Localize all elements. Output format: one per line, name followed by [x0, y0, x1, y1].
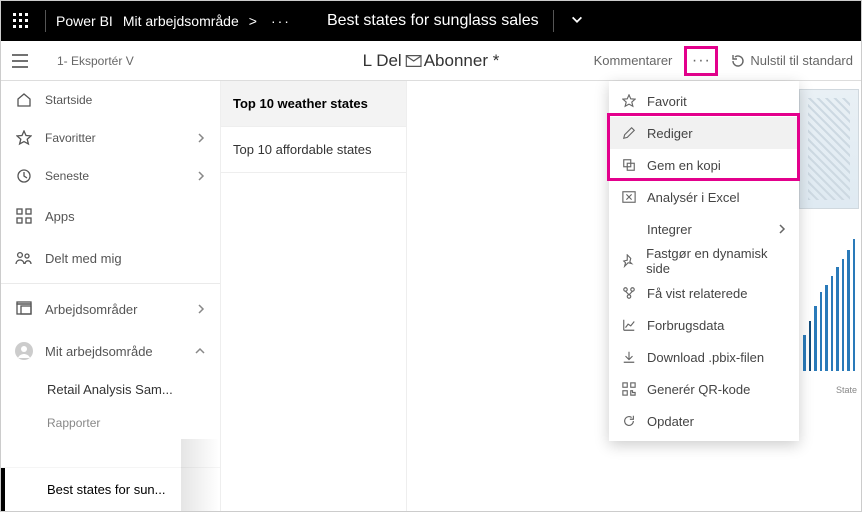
export-menu[interactable]: 1- Eksportér V	[39, 54, 223, 68]
apps-icon	[15, 207, 33, 225]
star-icon	[15, 129, 33, 147]
menu-download-label: Download .pbix-filen	[647, 350, 764, 365]
menu-usage[interactable]: Forbrugsdata	[609, 309, 799, 341]
menu-related[interactable]: Få vist relaterede	[609, 277, 799, 309]
page-list: Top 10 weather states Top 10 affordable …	[221, 81, 407, 511]
title-chevron-icon[interactable]	[570, 13, 584, 30]
nav-divider	[1, 283, 220, 284]
titlebar-separator-2	[553, 10, 554, 32]
menu-qr[interactable]: Generér QR-kode	[609, 373, 799, 405]
toolbar-center: L Del Abonner *	[363, 51, 500, 71]
nav-apps-label: Apps	[45, 209, 75, 224]
reset-label: Nulstil til standard	[750, 53, 853, 68]
chevron-right-icon	[196, 169, 206, 184]
app-launcher-icon[interactable]	[7, 7, 35, 35]
nav-my-workspace-label: Mit arbejdsområde	[45, 344, 153, 359]
nav-favorites-label: Favoritter	[45, 131, 96, 145]
more-actions-button[interactable]: ···	[684, 46, 718, 76]
user-circle-icon	[15, 342, 33, 360]
menu-refresh[interactable]: Opdater	[609, 405, 799, 437]
nav-favorites[interactable]: Favoritter	[1, 119, 220, 157]
titlebar-separator	[45, 10, 46, 32]
app-titlebar: Power BI Mit arbejdsområde > ··· Best st…	[1, 1, 861, 41]
related-icon	[621, 285, 637, 301]
brand-label: Power BI	[56, 13, 113, 29]
pin-icon	[621, 253, 636, 269]
nav-workspaces-label: Arbejdsområder	[45, 302, 138, 317]
panel-shadow	[181, 439, 219, 511]
star-icon	[621, 93, 637, 109]
more-actions-menu: Favorit Rediger Gem en kopi Analysér i E…	[609, 81, 799, 441]
nav-reports-heading: Rapporter	[1, 406, 220, 440]
refresh-icon	[621, 413, 637, 429]
nav-shared-label: Delt med mig	[45, 251, 122, 266]
comments-button[interactable]: Kommentarer	[594, 53, 673, 68]
breadcrumb-workspace[interactable]: Mit arbejdsområde	[123, 13, 239, 29]
chevron-right-icon	[777, 222, 787, 237]
menu-edit-label: Rediger	[647, 126, 693, 141]
menu-save-copy[interactable]: Gem en kopi	[609, 149, 799, 181]
nav-my-workspace[interactable]: Mit arbejdsområde	[1, 330, 220, 372]
download-icon	[621, 349, 637, 365]
subscribe-button[interactable]: Abonner *	[424, 51, 500, 71]
menu-analyze-excel[interactable]: Analysér i Excel	[609, 181, 799, 213]
menu-save-copy-label: Gem en kopi	[647, 158, 721, 173]
qr-icon	[621, 381, 637, 397]
chevron-right-icon	[196, 131, 206, 146]
report-toolbar: 1- Eksportér V L Del Abonner * Kommentar…	[1, 41, 861, 81]
copy-icon	[621, 157, 637, 173]
map-visual[interactable]	[799, 89, 859, 209]
home-icon	[15, 91, 33, 109]
reset-button[interactable]: Nulstil til standard	[730, 53, 853, 69]
breadcrumb-ellipsis[interactable]: ···	[271, 13, 291, 29]
bar-chart-visual[interactable]	[799, 221, 859, 381]
nav-shared[interactable]: Delt med mig	[1, 237, 220, 279]
share-button[interactable]: L Del	[363, 51, 402, 71]
menu-download[interactable]: Download .pbix-filen	[609, 341, 799, 373]
nav-home-label: Startside	[45, 93, 92, 107]
menu-favorite-label: Favorit	[647, 94, 687, 109]
nav-apps[interactable]: Apps	[1, 195, 220, 237]
recent-icon	[15, 167, 33, 185]
excel-icon	[621, 189, 637, 205]
chevron-right-icon	[196, 302, 206, 317]
workspaces-icon	[15, 300, 33, 318]
chart-icon	[621, 317, 637, 333]
shared-icon	[15, 249, 33, 267]
nav-recent[interactable]: Seneste	[1, 157, 220, 195]
menu-embed-label: Integrer	[647, 222, 692, 237]
nav-toggle-button[interactable]	[1, 54, 39, 68]
bar-chart-axis-label: State	[836, 385, 857, 395]
breadcrumb-chevron: >	[249, 13, 257, 29]
mail-icon	[406, 55, 422, 67]
menu-edit[interactable]: Rediger	[609, 117, 799, 149]
menu-pin[interactable]: Fastgør en dynamisk side	[609, 245, 799, 277]
nav-recent-label: Seneste	[45, 169, 89, 183]
menu-analyze-label: Analysér i Excel	[647, 190, 739, 205]
report-title: Best states for sunglass sales	[327, 12, 539, 30]
nav-workspaces[interactable]: Arbejdsområder	[1, 288, 220, 330]
nav-report-label: Best states for sun...	[47, 482, 166, 497]
page-affordable[interactable]: Top 10 affordable states	[221, 127, 406, 173]
page-weather[interactable]: Top 10 weather states	[221, 81, 406, 127]
menu-qr-label: Generér QR-kode	[647, 382, 750, 397]
nav-home[interactable]: Startside	[1, 81, 220, 119]
menu-refresh-label: Opdater	[647, 414, 694, 429]
menu-embed[interactable]: Integrer	[609, 213, 799, 245]
chevron-up-icon	[194, 344, 206, 359]
blank-icon	[621, 221, 637, 237]
menu-favorite[interactable]: Favorit	[609, 85, 799, 117]
menu-related-label: Få vist relaterede	[647, 286, 747, 301]
menu-pin-label: Fastgør en dynamisk side	[646, 246, 787, 276]
menu-usage-label: Forbrugsdata	[647, 318, 724, 333]
nav-sample-dataset[interactable]: Retail Analysis Sam...	[1, 372, 220, 406]
pencil-icon	[621, 125, 637, 141]
